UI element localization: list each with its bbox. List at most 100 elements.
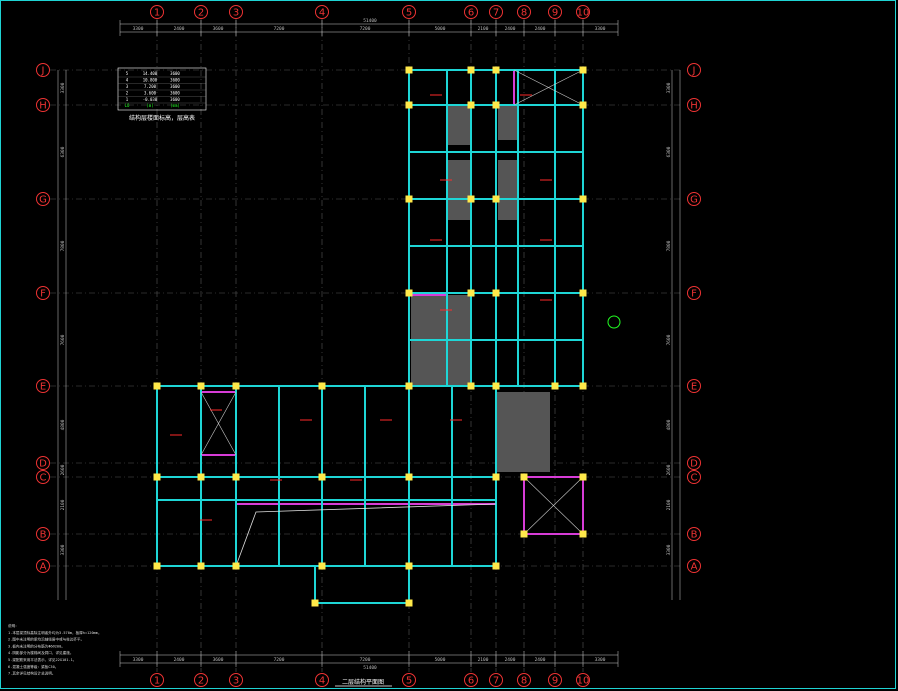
note-line: 说明： [8,623,19,628]
note-line: 1.本层梁顶标高除注明者外均为3.570m，板厚h=120mm。 [8,630,102,635]
column [153,382,161,390]
dim-top-segment: 3600 [213,26,224,32]
table-cell: 3600 [170,91,180,96]
axis-label-E: E [691,382,697,393]
dim-top-segment: 2100 [478,26,489,32]
axis-label-2: 2 [198,676,204,687]
column [492,195,500,203]
axis-label-J: J [41,66,45,77]
column [551,382,559,390]
dim-bottom-segment: 2100 [478,657,489,663]
column [579,473,587,481]
table-cell: -0.030 [143,97,158,102]
note-line: 7.其余详见结构设计总说明。 [8,671,55,676]
dim-left-segment: 6300 [60,146,66,157]
axis-label-C: C [40,473,47,484]
axis-label-D: D [690,459,698,470]
column [467,195,475,203]
dim-right-segment: 7600 [666,334,672,345]
column [492,562,500,570]
dim-right-segment: 4800 [666,419,672,430]
table-cell: 4 [126,78,129,83]
column [405,382,413,390]
rebar-markers [170,94,552,521]
column [520,473,528,481]
column [197,382,205,390]
dim-top-segment: 2400 [505,26,516,32]
table-header-cell: (mm) [170,103,180,108]
column [579,382,587,390]
table-cell: 3 [126,84,129,89]
axis-label-1: 1 [154,8,160,19]
table-cell: 3600 [170,84,180,89]
axis-label-8: 8 [521,676,527,687]
dim-top-segment: 5000 [435,26,446,32]
column [492,101,500,109]
table-cell: 3600 [170,97,180,102]
column [467,66,475,74]
dim-top-segment: 7200 [274,26,285,32]
column [197,562,205,570]
column [232,562,240,570]
dim-left-segment: 3300 [60,544,66,555]
dim-right-segment: 7800 [666,240,672,251]
axis-label-2: 2 [198,8,204,19]
dim-top-segment: 2400 [535,26,546,32]
shaded-slab-regions [411,105,550,472]
column [405,195,413,203]
table-cell: 3.600 [144,91,157,96]
dim-bottom-total: 51400 [363,665,377,671]
column [579,195,587,203]
column [467,101,475,109]
dim-right-segment: 3300 [666,544,672,555]
note-line: 3.板内未注明的分布筋为Φ6@200。 [8,643,65,648]
axis-label-10: 10 [577,676,590,687]
column [405,289,413,297]
column [492,473,500,481]
drawing-title: 二层结构平面图 [342,678,384,686]
axis-label-10: 10 [577,8,590,19]
dim-right-segment: 6300 [666,146,672,157]
column [405,599,413,607]
dim-top-segment: 2400 [174,26,185,32]
dim-left-segment: 3300 [60,82,66,93]
dim-bottom-segment: 3600 [213,657,224,663]
columns [153,66,587,607]
dim-left-segment: 7800 [60,240,66,251]
dim-left-segment: 4800 [60,419,66,430]
axis-label-G: G [690,195,698,206]
axis-label-4: 4 [319,676,325,687]
axis-label-3: 3 [233,8,239,19]
column [405,101,413,109]
table-cell: 7.200 [144,84,157,89]
column [467,382,475,390]
axis-label-B: B [691,530,698,541]
dim-top-segment: 7200 [360,26,371,32]
table-cell: 1 [126,97,129,102]
column [579,530,587,538]
axis-label-H: H [39,101,47,112]
note-line: 6.混凝土强度等级：梁板C30。 [8,664,58,669]
axis-label-F: F [40,289,46,300]
column [579,66,587,74]
axis-label-B: B [40,530,47,541]
table-cell: 10.800 [143,78,158,83]
column [405,473,413,481]
axis-label-A: A [691,562,698,573]
dim-bottom-segment: 2400 [174,657,185,663]
stair-opening [498,160,518,220]
dim-bottom-segment: 3300 [595,657,606,663]
axis-label-7: 7 [493,8,499,19]
dim-right-segment: 2100 [666,499,672,510]
dim-right-segment: 3300 [666,82,672,93]
dim-bottom-segment: 2400 [505,657,516,663]
table-header-cell: (m) [146,103,153,108]
dim-left-segment: 2100 [60,499,66,510]
stair-opening [448,160,470,220]
table-caption: 结构层楼面标高，层高表 [129,114,195,122]
dim-bottom-segment: 5000 [435,657,446,663]
dim-top-segment: 3300 [595,26,606,32]
column [579,101,587,109]
stair-opening [498,105,518,140]
table-header-cell: LO [125,103,130,108]
